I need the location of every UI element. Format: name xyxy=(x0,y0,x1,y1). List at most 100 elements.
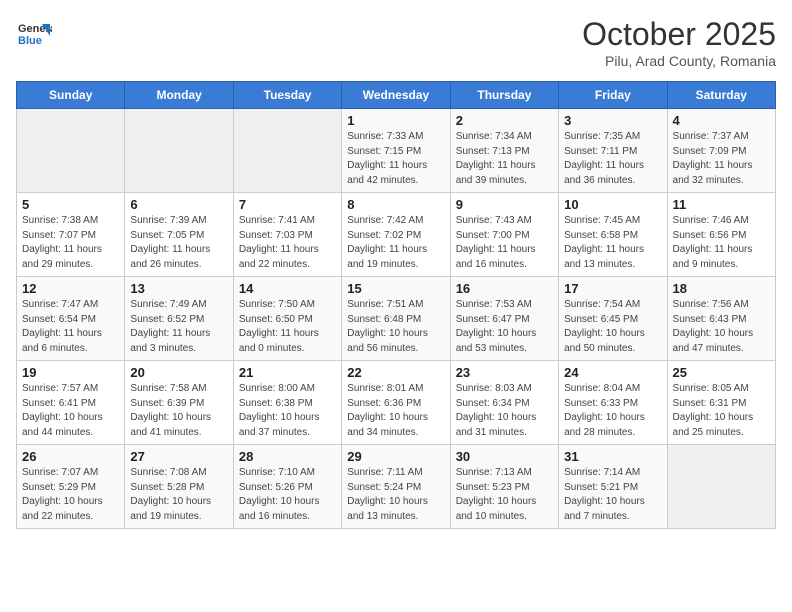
day-cell: 29 Sunrise: 7:11 AM Sunset: 5:24 PM Dayli… xyxy=(342,445,450,529)
header-cell-friday: Friday xyxy=(559,82,667,109)
header-cell-thursday: Thursday xyxy=(450,82,558,109)
day-info: Sunrise: 7:10 AM Sunset: 5:26 PM Dayligh… xyxy=(239,466,336,524)
day-number: 30 xyxy=(456,449,553,464)
logo: General Blue xyxy=(16,16,52,52)
day-number: 4 xyxy=(673,113,770,128)
day-info: Sunrise: 7:50 AM Sunset: 6:50 PM Dayligh… xyxy=(239,298,336,356)
day-number: 15 xyxy=(347,281,444,296)
day-cell: 6Sunrise: 7:39 AM Sunset: 7:05 PM Daylig… xyxy=(125,193,233,277)
day-info: Sunrise: 7:51 AM Sunset: 6:48 PM Dayligh… xyxy=(347,298,444,356)
day-info: Sunrise: 7:49 AM Sunset: 6:52 PM Dayligh… xyxy=(130,298,227,356)
day-cell: 5 Sunrise: 7:38 AM Sunset: 7:07 PM Daylig… xyxy=(17,193,125,277)
day-cell: 31 Sunrise: 7:14 AM Sunset: 5:21 PM Dayli… xyxy=(559,445,667,529)
header-cell-wednesday: Wednesday xyxy=(342,82,450,109)
day-cell xyxy=(125,109,233,193)
title-block: October 2025 Pilu, Arad County, Romania xyxy=(582,16,776,69)
day-number: 31 xyxy=(564,449,661,464)
day-info: Sunrise: 7:38 AM Sunset: 7:07 PM Dayligh… xyxy=(22,214,119,272)
day-info: Sunrise: 8:01 AM Sunset: 6:36 PM Dayligh… xyxy=(347,382,444,440)
day-cell: 23Sunrise: 8:03 AM Sunset: 6:34 PM Dayli… xyxy=(450,361,558,445)
day-number: 29 xyxy=(347,449,444,464)
day-info: Sunrise: 7:11 AM Sunset: 5:24 PM Dayligh… xyxy=(347,466,444,524)
day-cell: 30 Sunrise: 7:13 AM Sunset: 5:23 PM Dayli… xyxy=(450,445,558,529)
location-subtitle: Pilu, Arad County, Romania xyxy=(582,53,776,69)
header-row: SundayMondayTuesdayWednesdayThursdayFrid… xyxy=(17,82,776,109)
day-cell: 13Sunrise: 7:49 AM Sunset: 6:52 PM Dayli… xyxy=(125,277,233,361)
day-info: Sunrise: 7:39 AM Sunset: 7:05 PM Dayligh… xyxy=(130,214,227,272)
day-number: 3 xyxy=(564,113,661,128)
day-info: Sunrise: 7:35 AM Sunset: 7:11 PM Dayligh… xyxy=(564,130,661,188)
day-cell: 16Sunrise: 7:53 AM Sunset: 6:47 PM Dayli… xyxy=(450,277,558,361)
day-cell: 8 Sunrise: 7:42 AM Sunset: 7:02 PM Daylig… xyxy=(342,193,450,277)
day-cell: 2 Sunrise: 7:34 AM Sunset: 7:13 PM Daylig… xyxy=(450,109,558,193)
header-cell-sunday: Sunday xyxy=(17,82,125,109)
day-cell: 10Sunrise: 7:45 AM Sunset: 6:58 PM Dayli… xyxy=(559,193,667,277)
day-number: 18 xyxy=(673,281,770,296)
day-info: Sunrise: 7:43 AM Sunset: 7:00 PM Dayligh… xyxy=(456,214,553,272)
calendar-body: 1 Sunrise: 7:33 AM Sunset: 7:15 PM Daylig… xyxy=(17,109,776,529)
day-cell: 26Sunrise: 7:07 AM Sunset: 5:29 PM Dayli… xyxy=(17,445,125,529)
day-cell xyxy=(17,109,125,193)
day-number: 5 xyxy=(22,197,119,212)
day-info: Sunrise: 7:47 AM Sunset: 6:54 PM Dayligh… xyxy=(22,298,119,356)
header-cell-monday: Monday xyxy=(125,82,233,109)
day-number: 20 xyxy=(130,365,227,380)
calendar-header: SundayMondayTuesdayWednesdayThursdayFrid… xyxy=(17,82,776,109)
day-number: 17 xyxy=(564,281,661,296)
day-number: 28 xyxy=(239,449,336,464)
week-row-0: 1 Sunrise: 7:33 AM Sunset: 7:15 PM Daylig… xyxy=(17,109,776,193)
day-info: Sunrise: 7:45 AM Sunset: 6:58 PM Dayligh… xyxy=(564,214,661,272)
day-cell: 25Sunrise: 8:05 AM Sunset: 6:31 PM Dayli… xyxy=(667,361,775,445)
day-number: 26 xyxy=(22,449,119,464)
month-title: October 2025 xyxy=(582,16,776,53)
day-number: 12 xyxy=(22,281,119,296)
day-number: 24 xyxy=(564,365,661,380)
day-number: 7 xyxy=(239,197,336,212)
day-number: 2 xyxy=(456,113,553,128)
day-cell: 17 Sunrise: 7:54 AM Sunset: 6:45 PM Dayli… xyxy=(559,277,667,361)
svg-text:Blue: Blue xyxy=(18,35,42,47)
week-row-1: 5 Sunrise: 7:38 AM Sunset: 7:07 PM Daylig… xyxy=(17,193,776,277)
day-cell: 18 Sunrise: 7:56 AM Sunset: 6:43 PM Dayli… xyxy=(667,277,775,361)
day-cell: 21 Sunrise: 8:00 AM Sunset: 6:38 PM Dayli… xyxy=(233,361,341,445)
day-info: Sunrise: 7:08 AM Sunset: 5:28 PM Dayligh… xyxy=(130,466,227,524)
day-number: 1 xyxy=(347,113,444,128)
day-number: 21 xyxy=(239,365,336,380)
day-cell: 9 Sunrise: 7:43 AM Sunset: 7:00 PM Daylig… xyxy=(450,193,558,277)
day-cell xyxy=(233,109,341,193)
day-info: Sunrise: 7:13 AM Sunset: 5:23 PM Dayligh… xyxy=(456,466,553,524)
day-cell: 14 Sunrise: 7:50 AM Sunset: 6:50 PM Dayli… xyxy=(233,277,341,361)
day-info: Sunrise: 7:33 AM Sunset: 7:15 PM Dayligh… xyxy=(347,130,444,188)
day-info: Sunrise: 7:57 AM Sunset: 6:41 PM Dayligh… xyxy=(22,382,119,440)
day-info: Sunrise: 7:34 AM Sunset: 7:13 PM Dayligh… xyxy=(456,130,553,188)
calendar-table: SundayMondayTuesdayWednesdayThursdayFrid… xyxy=(16,81,776,529)
day-number: 19 xyxy=(22,365,119,380)
day-info: Sunrise: 7:42 AM Sunset: 7:02 PM Dayligh… xyxy=(347,214,444,272)
day-number: 14 xyxy=(239,281,336,296)
day-info: Sunrise: 7:14 AM Sunset: 5:21 PM Dayligh… xyxy=(564,466,661,524)
day-cell: 12 Sunrise: 7:47 AM Sunset: 6:54 PM Dayli… xyxy=(17,277,125,361)
day-number: 9 xyxy=(456,197,553,212)
day-info: Sunrise: 7:46 AM Sunset: 6:56 PM Dayligh… xyxy=(673,214,770,272)
day-cell: 7Sunrise: 7:41 AM Sunset: 7:03 PM Daylig… xyxy=(233,193,341,277)
day-info: Sunrise: 8:05 AM Sunset: 6:31 PM Dayligh… xyxy=(673,382,770,440)
day-info: Sunrise: 8:00 AM Sunset: 6:38 PM Dayligh… xyxy=(239,382,336,440)
day-info: Sunrise: 7:56 AM Sunset: 6:43 PM Dayligh… xyxy=(673,298,770,356)
day-info: Sunrise: 7:53 AM Sunset: 6:47 PM Dayligh… xyxy=(456,298,553,356)
page-header: General Blue October 2025 Pilu, Arad Cou… xyxy=(16,16,776,69)
week-row-3: 19 Sunrise: 7:57 AM Sunset: 6:41 PM Dayli… xyxy=(17,361,776,445)
day-info: Sunrise: 7:37 AM Sunset: 7:09 PM Dayligh… xyxy=(673,130,770,188)
day-info: Sunrise: 7:54 AM Sunset: 6:45 PM Dayligh… xyxy=(564,298,661,356)
day-number: 22 xyxy=(347,365,444,380)
day-cell: 28 Sunrise: 7:10 AM Sunset: 5:26 PM Dayli… xyxy=(233,445,341,529)
day-info: Sunrise: 8:03 AM Sunset: 6:34 PM Dayligh… xyxy=(456,382,553,440)
header-cell-saturday: Saturday xyxy=(667,82,775,109)
day-number: 27 xyxy=(130,449,227,464)
day-number: 8 xyxy=(347,197,444,212)
day-cell: 3 Sunrise: 7:35 AM Sunset: 7:11 PM Daylig… xyxy=(559,109,667,193)
day-cell: 4 Sunrise: 7:37 AM Sunset: 7:09 PM Daylig… xyxy=(667,109,775,193)
week-row-4: 26Sunrise: 7:07 AM Sunset: 5:29 PM Dayli… xyxy=(17,445,776,529)
header-cell-tuesday: Tuesday xyxy=(233,82,341,109)
day-cell: 11Sunrise: 7:46 AM Sunset: 6:56 PM Dayli… xyxy=(667,193,775,277)
day-info: Sunrise: 8:04 AM Sunset: 6:33 PM Dayligh… xyxy=(564,382,661,440)
